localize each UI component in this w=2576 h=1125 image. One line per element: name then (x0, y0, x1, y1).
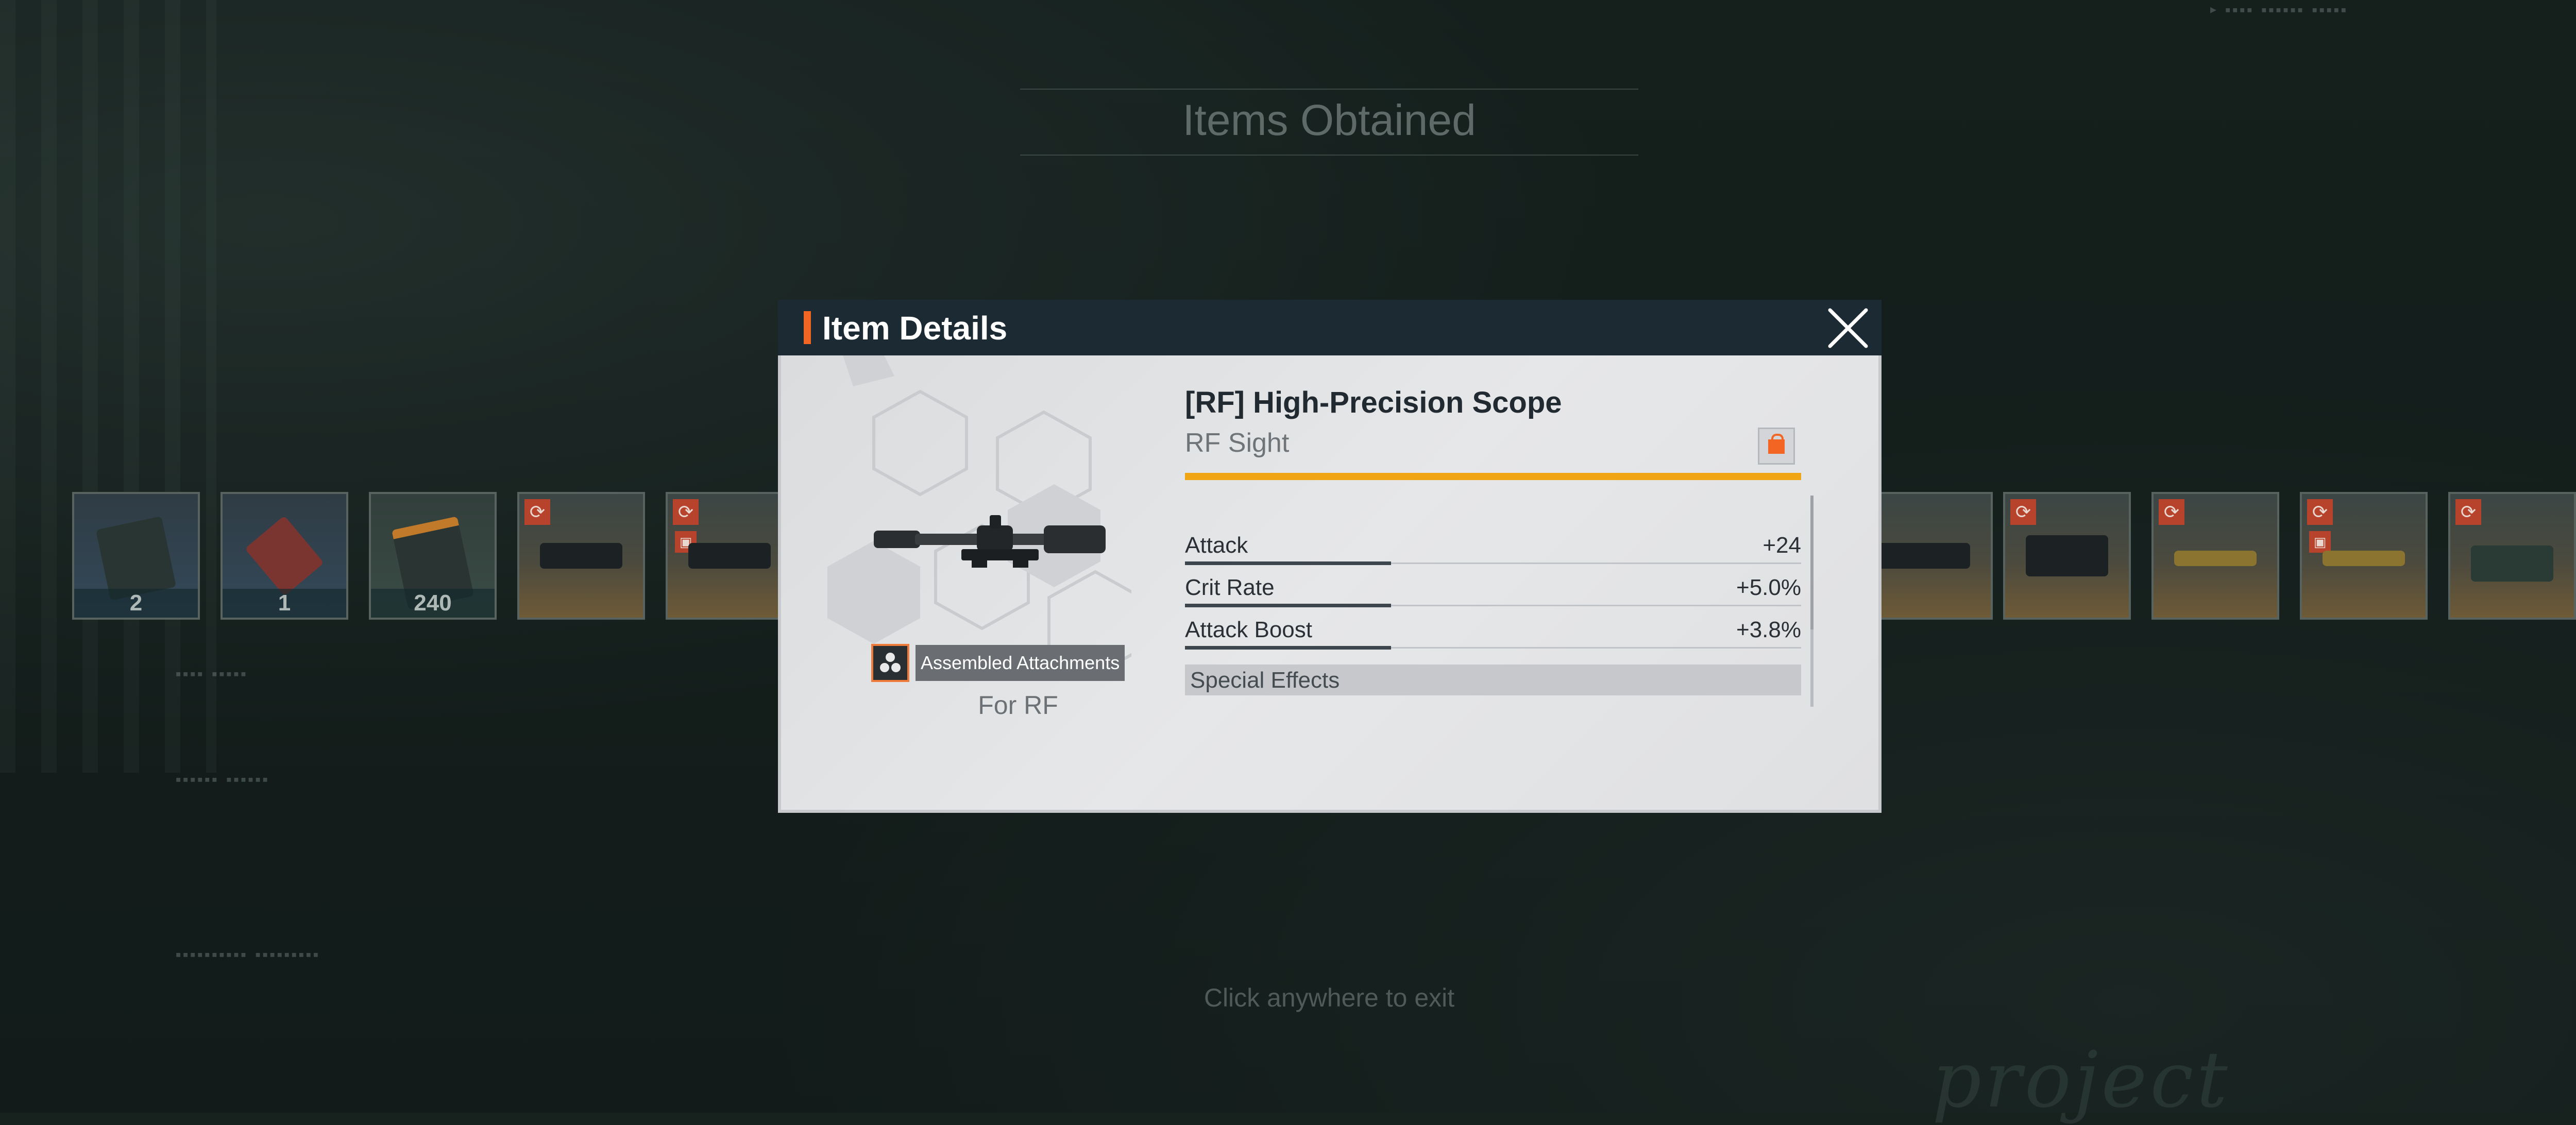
exit-hint: Click anywhere to exit (1204, 983, 1455, 1012)
reward-slot[interactable]: ⟳ (517, 492, 645, 620)
refresh-icon: ⟳ (2159, 499, 2184, 525)
dialog-header: Item Details (778, 300, 1882, 355)
weapon-class-label: For RF (978, 691, 1058, 720)
refresh-icon: ⟳ (524, 499, 550, 525)
stat-name: Attack (1185, 533, 1248, 558)
reward-slot[interactable]: ⟳ (2003, 492, 2131, 620)
reward-slot[interactable]: 240 (369, 492, 497, 620)
stat-row: Attack +24 (1185, 531, 1801, 573)
scope-image (874, 515, 1106, 568)
reward-slot[interactable]: ⟳ ▣ (2300, 492, 2428, 620)
dialog-title: Item Details (822, 310, 1008, 347)
details-scrollbar[interactable] (1810, 496, 1814, 707)
refresh-icon: ⟳ (673, 499, 699, 525)
stat-value: +3.8% (1736, 617, 1801, 642)
attachments-icon (871, 644, 909, 682)
stat-value: +24 (1762, 533, 1801, 558)
scrollbar-thumb[interactable] (1810, 496, 1814, 629)
item-count: 1 (223, 589, 346, 618)
title-rule-top (1020, 89, 1638, 90)
refresh-icon: ⟳ (2307, 499, 2333, 525)
stat-name: Crit Rate (1185, 575, 1275, 600)
close-button[interactable] (1825, 305, 1871, 351)
refresh-icon: ⟳ (2010, 499, 2036, 525)
stat-divider-accent (1185, 604, 1391, 607)
close-icon (1828, 308, 1868, 348)
reward-slot[interactable]: ⟳ (2448, 492, 2576, 620)
watermark-logo: project (1932, 1035, 2231, 1125)
item-count: 240 (371, 589, 495, 618)
dialog-body: Assembled Attachments For RF [RF] High-P… (778, 355, 1882, 813)
item-type: RF Sight (1185, 428, 1290, 458)
reward-slot[interactable]: 2 (72, 492, 200, 620)
data-card-icon (95, 516, 177, 601)
page-title: Items Obtained (1182, 96, 1476, 144)
title-accent-bar (804, 311, 811, 344)
refresh-icon: ⟳ (2455, 499, 2481, 525)
lock-icon: ▣ (2309, 531, 2331, 553)
stat-name: Attack Boost (1185, 617, 1313, 642)
stat-value: +5.0% (1736, 575, 1801, 600)
reward-slot[interactable]: 1 (221, 492, 348, 620)
stat-divider-accent (1185, 646, 1391, 650)
attachments-glyph (880, 653, 901, 672)
lock-button[interactable] (1758, 428, 1795, 465)
scope-icon (540, 543, 622, 569)
rarity-bar (1185, 473, 1801, 480)
receiver-icon (2026, 535, 2108, 576)
tool-icon (245, 515, 324, 596)
tag-label: Assembled Attachments (916, 645, 1125, 681)
stats-list: Attack +24 Crit Rate +5.0% Attack Boost … (1185, 531, 1801, 657)
scope-icon (688, 543, 771, 569)
title-rule-bottom (1020, 155, 1638, 156)
reward-slot[interactable]: ⟳ ▣ (666, 492, 793, 620)
item-count: 2 (74, 589, 198, 618)
reward-slot[interactable]: ⟳ (2151, 492, 2279, 620)
stat-row: Attack Boost +3.8% (1185, 615, 1801, 657)
special-effects-label: Special Effects (1190, 668, 1340, 693)
stat-divider-accent (1185, 561, 1391, 565)
barrel-icon (2323, 551, 2405, 566)
rifle-part-icon (1877, 543, 1970, 569)
item-details-dialog: Item Details Assembled Attachments For R… (778, 300, 1882, 813)
special-effects-header: Special Effects (1185, 664, 1801, 695)
reward-slot[interactable] (1865, 492, 1993, 620)
barrel-icon (2174, 551, 2257, 566)
magazine-icon (2471, 546, 2553, 582)
item-name: [RF] High-Precision Scope (1185, 386, 1562, 419)
lock-icon (1768, 439, 1785, 454)
stat-row: Crit Rate +5.0% (1185, 573, 1801, 615)
